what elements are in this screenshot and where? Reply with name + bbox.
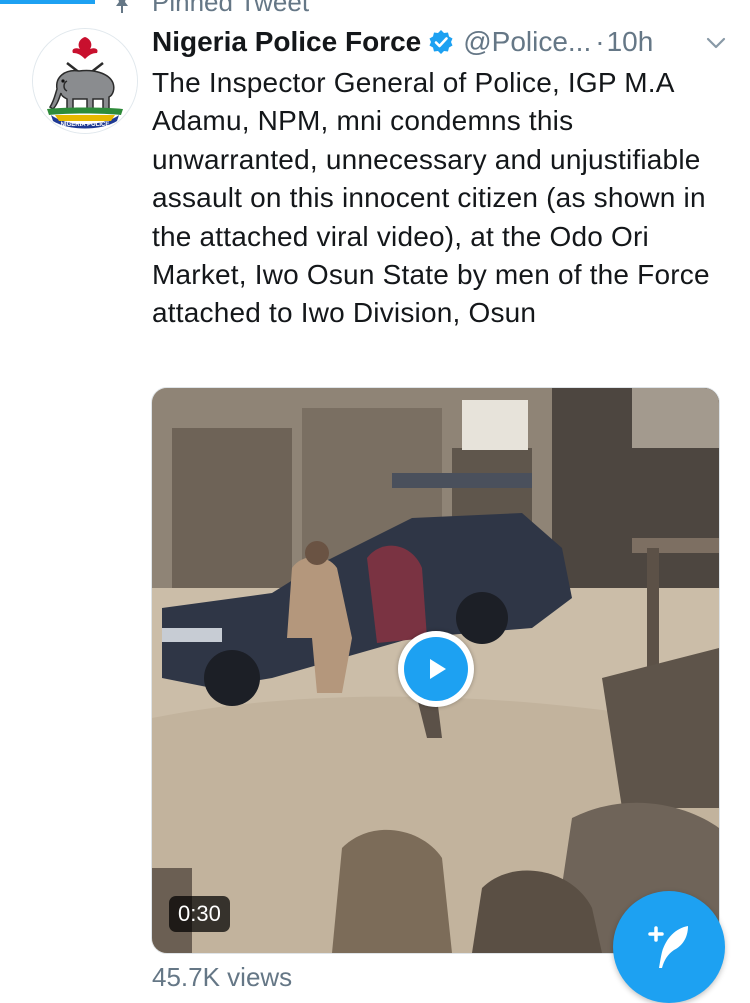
logo-text: NIGERIA POLICE (61, 122, 110, 128)
author-handle[interactable]: @Police... (463, 26, 591, 58)
play-icon (430, 659, 446, 679)
separator-dot: · (595, 26, 605, 57)
pinned-tweet-label: Pinned Tweet (152, 0, 310, 17)
avatar[interactable]: NIGERIA POLICE (32, 28, 138, 134)
verified-badge-icon (429, 30, 453, 54)
progress-line (0, 0, 95, 4)
view-count: 45.7K views (152, 962, 293, 992)
video-duration-badge: 0:30 (169, 896, 230, 932)
play-button[interactable] (398, 631, 474, 707)
compose-tweet-icon (648, 926, 688, 968)
tweet-time[interactable]: 10h (607, 26, 654, 58)
pin-icon (116, 0, 128, 13)
author-name[interactable]: Nigeria Police Force (152, 26, 421, 58)
tweet-header: Nigeria Police Force @Police... · 10h (152, 22, 727, 62)
police-logo: NIGERIA POLICE (33, 29, 137, 133)
video-player[interactable]: 0:30 (151, 387, 720, 954)
compose-tweet-button[interactable] (613, 891, 725, 1003)
tweet-text: The Inspector General of Police, IGP M.A… (152, 67, 710, 329)
pinned-tweet-row: Pinned Tweet (0, 0, 750, 22)
play-button-inner (404, 637, 468, 701)
chevron-down-icon[interactable] (705, 32, 727, 54)
